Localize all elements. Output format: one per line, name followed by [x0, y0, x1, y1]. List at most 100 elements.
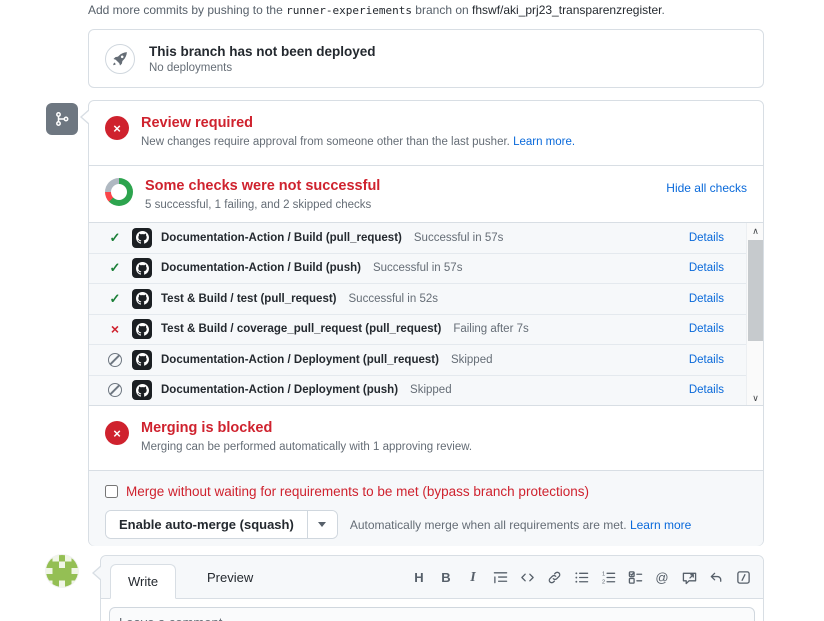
deployment-subtitle: No deployments: [149, 62, 376, 74]
check-skipped-icon: [108, 353, 122, 367]
github-actions-avatar: [132, 289, 152, 309]
github-actions-avatar: [132, 380, 152, 400]
github-actions-avatar: [132, 350, 152, 370]
comment-input[interactable]: Leave a comment: [109, 607, 755, 621]
svg-text:1: 1: [601, 571, 604, 577]
check-status-text: Successful in 57s: [414, 232, 504, 244]
merge-status-box: × Review required New changes require ap…: [88, 100, 764, 546]
code-icon[interactable]: [516, 567, 538, 589]
github-actions-avatar: [132, 258, 152, 278]
check-status-text: Successful in 52s: [349, 293, 439, 305]
check-skipped-icon: [108, 383, 122, 397]
review-description-text: New changes require approval from someon…: [141, 136, 510, 148]
comment-composer: Write Preview H B I 12 @ Leave a comment: [100, 555, 764, 621]
comment-header: Write Preview H B I 12 @: [101, 556, 763, 599]
note-suffix: .: [661, 3, 664, 17]
checks-list: ✓ Documentation-Action / Build (pull_req…: [89, 223, 763, 406]
checks-summary-text: Some checks were not successful 5 succes…: [145, 177, 380, 209]
merging-blocked-description: Merging can be performed automatically w…: [141, 441, 472, 453]
repo-name: fhswf/aki_prj23_transparenzregister: [472, 3, 661, 17]
checks-summary-subtitle: 5 successful, 1 failing, and 2 skipped c…: [145, 199, 380, 211]
check-details-link[interactable]: Details: [689, 384, 724, 396]
check-name: Test & Build / coverage_pull_request (pu…: [161, 323, 441, 335]
deployment-status-box: This branch has not been deployed No dep…: [88, 29, 764, 88]
check-details-link[interactable]: Details: [689, 354, 724, 366]
tab-write[interactable]: Write: [110, 564, 176, 599]
check-status-text: Skipped: [451, 354, 493, 366]
deployment-title: This branch has not been deployed: [149, 44, 376, 59]
quote-icon[interactable]: [489, 567, 511, 589]
review-required-section: × Review required New changes require ap…: [89, 101, 763, 166]
ordered-list-icon[interactable]: 12: [597, 567, 619, 589]
bypass-checkbox[interactable]: [105, 485, 118, 498]
check-status-text: Failing after 7s: [453, 323, 528, 335]
auto-merge-options-button[interactable]: [307, 511, 337, 538]
check-failure-icon: ×: [107, 321, 123, 337]
check-success-icon: ✓: [107, 291, 123, 307]
check-details-link[interactable]: Details: [689, 323, 724, 335]
bypass-label: Merge without waiting for requirements t…: [126, 484, 589, 499]
reply-icon[interactable]: [705, 567, 727, 589]
scrollbar-up-arrow[interactable]: ∧: [747, 223, 763, 239]
review-required-title: Review required: [141, 114, 575, 132]
check-status-text: Successful in 57s: [373, 262, 463, 274]
git-branch-icon: [46, 103, 78, 135]
task-list-icon[interactable]: [624, 567, 646, 589]
unordered-list-icon[interactable]: [570, 567, 592, 589]
checks-summary-section: Some checks were not successful 5 succes…: [89, 166, 763, 223]
auto-merge-split-button: Enable auto-merge (squash): [105, 510, 338, 539]
check-details-link[interactable]: Details: [689, 262, 724, 274]
check-row: Documentation-Action / Deployment (pull_…: [89, 345, 746, 376]
svg-text:2: 2: [601, 580, 604, 585]
check-row: Documentation-Action / Deployment (push)…: [89, 376, 746, 407]
review-required-text: Review required New changes require appr…: [141, 114, 575, 152]
comment-body: Leave a comment: [101, 599, 763, 621]
check-success-icon: ✓: [107, 230, 123, 246]
italic-icon[interactable]: I: [462, 567, 484, 589]
merging-blocked-title: Merging is blocked: [141, 419, 472, 437]
enable-auto-merge-button[interactable]: Enable auto-merge (squash): [106, 511, 307, 538]
rocket-icon: [105, 44, 135, 74]
check-name: Documentation-Action / Build (pull_reque…: [161, 232, 402, 244]
checks-scrollbar[interactable]: ∧ ∨: [746, 223, 763, 406]
note-middle: branch on: [415, 3, 468, 17]
check-row: × Test & Build / coverage_pull_request (…: [89, 315, 746, 346]
tab-preview[interactable]: Preview: [191, 561, 269, 594]
link-icon[interactable]: [543, 567, 565, 589]
mention-icon[interactable]: @: [651, 567, 673, 589]
merge-controls-section: Merge without waiting for requirements t…: [89, 471, 763, 546]
user-avatar: [46, 555, 78, 587]
checks-donut-icon: [105, 178, 133, 206]
slash-commands-icon[interactable]: [732, 567, 754, 589]
x-circle-icon: ×: [105, 116, 129, 140]
check-row: ✓ Documentation-Action / Build (push) Su…: [89, 254, 746, 285]
check-success-icon: ✓: [107, 260, 123, 276]
check-details-link[interactable]: Details: [689, 232, 724, 244]
review-learn-more-link[interactable]: Learn more.: [513, 136, 575, 148]
branch-name-code: runner-experiements: [286, 4, 412, 17]
add-commits-note: Add more commits by pushing to the runne…: [88, 3, 665, 17]
github-actions-avatar: [132, 319, 152, 339]
scrollbar-thumb[interactable]: [748, 240, 763, 341]
check-details-link[interactable]: Details: [689, 293, 724, 305]
bold-icon[interactable]: B: [435, 567, 457, 589]
pull-request-merge-area: Add more commits by pushing to the runne…: [0, 0, 824, 621]
auto-merge-learn-more-link[interactable]: Learn more: [630, 518, 691, 532]
cross-reference-icon[interactable]: [678, 567, 700, 589]
review-required-description: New changes require approval from someon…: [141, 136, 575, 148]
check-name: Test & Build / test (pull_request): [161, 293, 337, 305]
note-prefix: Add more commits by pushing to the: [88, 3, 283, 17]
merging-blocked-text: Merging is blocked Merging can be perfor…: [141, 419, 472, 457]
comment-toolbar: H B I 12 @: [408, 556, 754, 599]
auto-merge-note: Automatically merge when all requirement…: [350, 518, 692, 532]
check-name: Documentation-Action / Deployment (push): [161, 384, 398, 396]
scrollbar-down-arrow[interactable]: ∨: [747, 390, 763, 406]
check-status-text: Skipped: [410, 384, 452, 396]
check-name: Documentation-Action / Deployment (pull_…: [161, 354, 439, 366]
check-name: Documentation-Action / Build (push): [161, 262, 361, 274]
hide-all-checks-link[interactable]: Hide all checks: [666, 181, 747, 195]
merging-blocked-section: × Merging is blocked Merging can be perf…: [89, 406, 763, 471]
auto-merge-note-text: Automatically merge when all requirement…: [350, 518, 627, 532]
deployment-text: This branch has not been deployed No dep…: [149, 44, 376, 74]
heading-icon[interactable]: H: [408, 567, 430, 589]
